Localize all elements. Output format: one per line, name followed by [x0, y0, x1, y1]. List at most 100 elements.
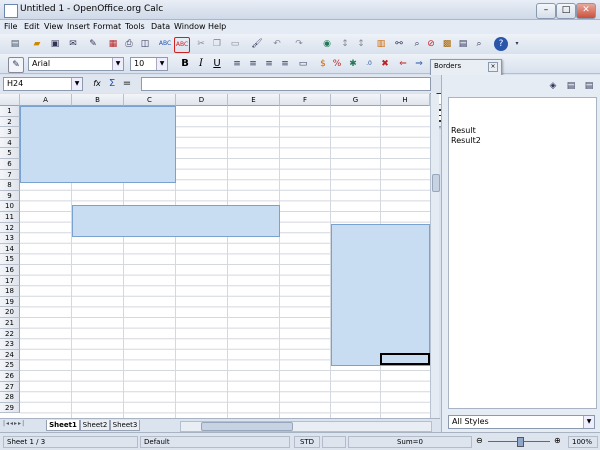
tab-sheet2[interactable]: Sheet2 [80, 420, 110, 431]
row-header-28[interactable]: 28 [0, 392, 20, 403]
function-wizard-icon[interactable]: fx [90, 77, 104, 91]
menu-data[interactable]: Data [151, 22, 170, 31]
minimize-button[interactable]: – [536, 3, 556, 19]
currency-format-icon[interactable]: $ [316, 57, 330, 71]
selected-range-g12-h24[interactable] [331, 224, 430, 366]
align-left-icon[interactable]: ≡ [230, 57, 244, 71]
formula-input[interactable] [141, 77, 431, 91]
redo-icon[interactable]: ↷ [292, 37, 306, 51]
chart-icon[interactable]: ▥ [374, 37, 388, 51]
row-header-7[interactable]: 7 [0, 169, 20, 181]
align-center-icon[interactable]: ≡ [246, 57, 260, 71]
close-icon[interactable]: × [488, 62, 498, 72]
zoom-slider[interactable]: ⊖ ⊕ [474, 436, 566, 448]
spreadsheet-grid[interactable]: A B C D E F G H 1 2 3 4 5 6 7 8 9 10 11 12 13 14 15 16 1… [0, 94, 430, 418]
row-header-13[interactable]: 13 [0, 233, 20, 244]
save-icon[interactable]: ▣ [48, 37, 62, 51]
row-header-11[interactable]: 11 [0, 212, 20, 223]
menu-help[interactable]: Help [208, 22, 226, 31]
row-header-6[interactable]: 6 [0, 159, 20, 170]
name-box[interactable]: H24 ▼ [3, 77, 83, 91]
row-header-20[interactable]: 20 [0, 307, 20, 318]
sort-descending-icon[interactable]: ↕ [354, 37, 368, 51]
row-header-27[interactable]: 27 [0, 381, 20, 393]
gallery-icon[interactable]: ▩ [440, 37, 454, 51]
column-header-e[interactable]: E [228, 94, 280, 106]
status-zoom[interactable]: 100% [568, 436, 598, 448]
hscroll-thumb[interactable] [201, 422, 293, 431]
data-sources-icon[interactable]: ▤ [456, 37, 470, 51]
toolbar-overflow-icon[interactable]: ▾ [510, 37, 524, 51]
font-name-box[interactable]: Arial ▼ [28, 57, 124, 71]
row-header-14[interactable]: 14 [0, 243, 20, 255]
column-header-h[interactable]: H [381, 94, 430, 106]
justify-icon[interactable]: ≡ [278, 57, 292, 71]
row-header-25[interactable]: 25 [0, 360, 20, 371]
row-header-1[interactable]: 1 [0, 106, 20, 117]
percent-format-icon[interactable]: % [330, 57, 344, 71]
active-cell-h24[interactable] [380, 353, 430, 365]
selected-range-b10-e12[interactable] [72, 205, 280, 237]
row-header-16[interactable]: 16 [0, 265, 20, 276]
update-style-icon[interactable]: ▤ [582, 79, 596, 93]
maximize-button[interactable]: □ [556, 3, 576, 19]
row-header-15[interactable]: 15 [0, 254, 20, 265]
menu-insert[interactable]: Insert [67, 22, 90, 31]
row-header-26[interactable]: 26 [0, 371, 20, 382]
print-preview-icon[interactable]: ◫ [138, 37, 152, 51]
new-document-icon[interactable]: ▤ [8, 37, 22, 51]
menu-view[interactable]: View [44, 22, 63, 31]
tab-sheet1[interactable]: Sheet1 [46, 420, 80, 431]
decrease-indent-icon[interactable]: ⇐ [396, 57, 410, 71]
chevron-down-icon[interactable]: ▼ [583, 416, 594, 428]
row-header-17[interactable]: 17 [0, 275, 20, 287]
help-icon[interactable]: ? [494, 37, 508, 51]
row-header-2[interactable]: 2 [0, 116, 20, 128]
select-all-corner[interactable] [0, 94, 20, 106]
zoom-out-icon[interactable]: ⊖ [476, 436, 483, 446]
status-mode[interactable]: STD [294, 436, 320, 448]
function-icon[interactable]: = [120, 77, 134, 91]
menu-tools[interactable]: Tools [125, 22, 145, 31]
format-paintbrush-icon[interactable]: 🖌 [250, 37, 264, 51]
pivot-table-icon[interactable]: ⚯ [392, 37, 406, 51]
menu-window[interactable]: Window [174, 22, 206, 31]
find-replace-icon[interactable]: ⌕ [410, 37, 424, 51]
menu-edit[interactable]: Edit [24, 22, 40, 31]
row-header-4[interactable]: 4 [0, 137, 20, 149]
navigator-icon[interactable]: ⊘ [424, 37, 438, 51]
italic-button[interactable]: I [194, 57, 208, 71]
edit-file-icon[interactable]: ✎ [86, 37, 100, 51]
row-header-9[interactable]: 9 [0, 190, 20, 202]
column-header-a[interactable]: A [20, 94, 72, 106]
cut-icon[interactable]: ✂ [194, 37, 208, 51]
tab-scroll-arrows-icon[interactable]: |◂◂▸▸| [3, 420, 25, 427]
row-header-10[interactable]: 10 [0, 201, 20, 212]
print-icon[interactable]: ⎙ [122, 37, 136, 51]
row-header-22[interactable]: 22 [0, 328, 20, 340]
row-header-5[interactable]: 5 [0, 148, 20, 159]
underline-button[interactable]: U [210, 57, 224, 71]
column-header-c[interactable]: C [124, 94, 176, 106]
merge-cells-icon[interactable]: ▭ [296, 57, 310, 71]
increase-indent-icon[interactable]: ⇒ [412, 57, 426, 71]
font-size-box[interactable]: 10 ▼ [130, 57, 168, 71]
column-header-f[interactable]: F [280, 94, 331, 106]
style-item-result2[interactable]: Result2 [451, 136, 481, 145]
paste-icon[interactable]: ▭ [228, 37, 242, 51]
auto-spellcheck-icon[interactable]: ABC [174, 37, 190, 53]
style-item-result[interactable]: Result [451, 126, 476, 135]
menu-format[interactable]: Format [93, 22, 121, 31]
standard-format-icon[interactable]: ✱ [346, 57, 360, 71]
vertical-scrollbar[interactable] [430, 94, 440, 418]
styles-formatting-icon[interactable]: ✎ [8, 57, 24, 73]
row-header-23[interactable]: 23 [0, 339, 20, 350]
column-header-g[interactable]: G [331, 94, 381, 106]
copy-icon[interactable]: ❐ [210, 37, 224, 51]
hyperlink-icon[interactable]: ◉ [320, 37, 334, 51]
row-header-19[interactable]: 19 [0, 296, 20, 308]
tab-sheet3[interactable]: Sheet3 [110, 420, 140, 431]
add-decimal-icon[interactable]: .0 [362, 57, 376, 71]
close-button[interactable]: ✕ [576, 3, 596, 19]
column-header-d[interactable]: D [176, 94, 228, 106]
